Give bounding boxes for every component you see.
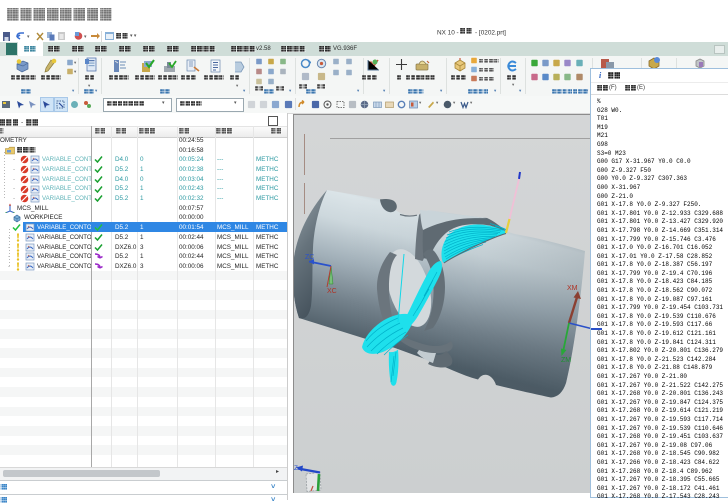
svg-text:Z: Z	[294, 465, 298, 472]
svg-text:ZM: ZM	[561, 357, 571, 364]
svg-text:XC: XC	[327, 288, 337, 295]
svg-text:XM: XM	[567, 285, 578, 292]
